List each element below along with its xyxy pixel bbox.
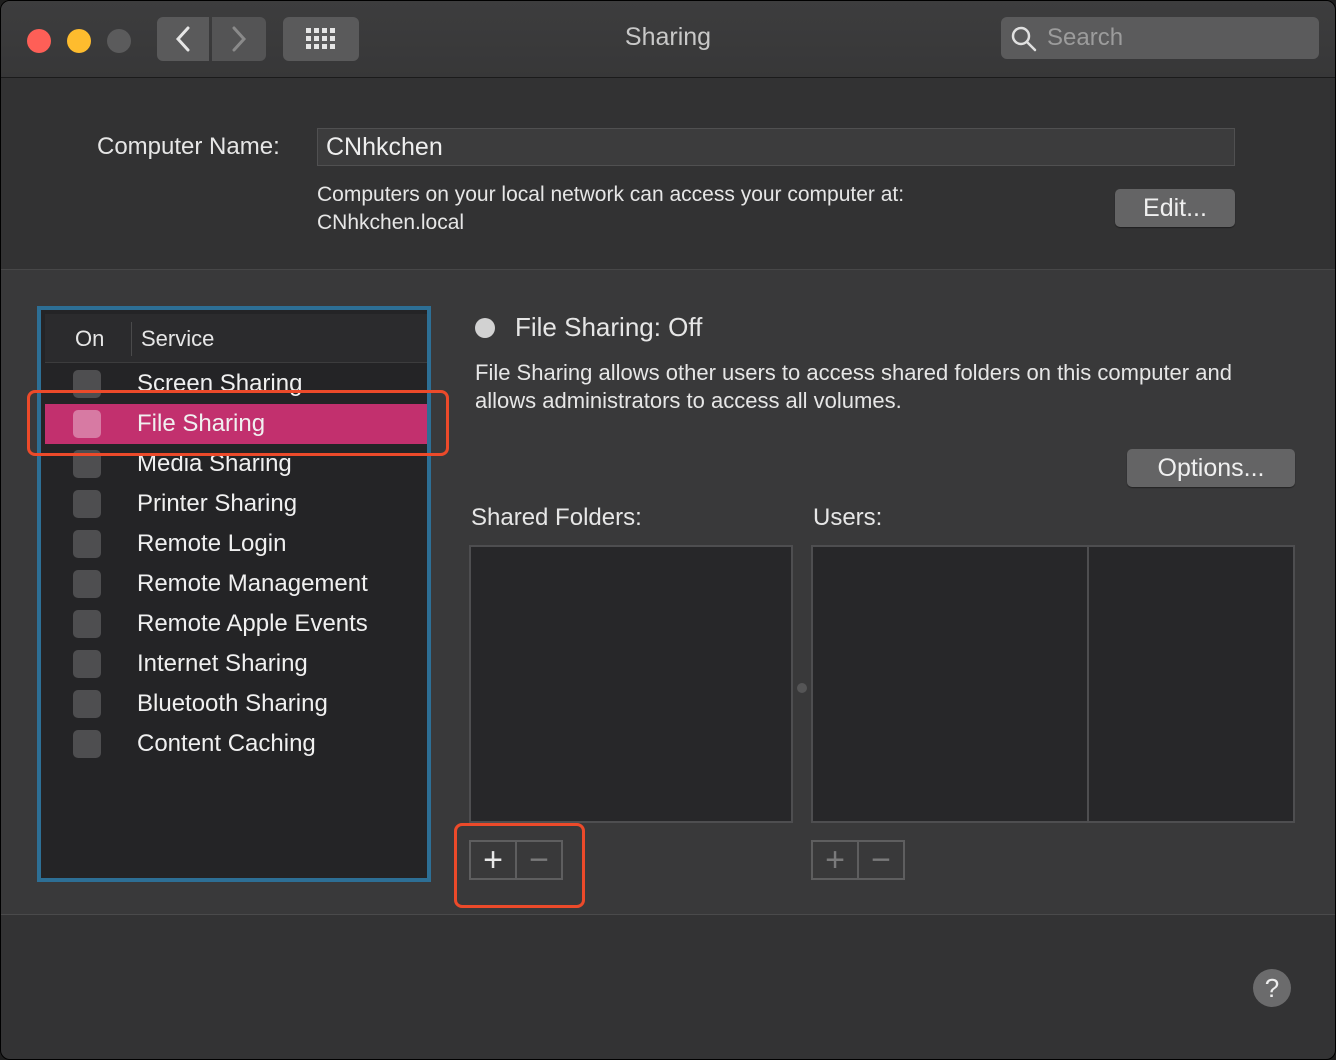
highlight-annotation-add-folder bbox=[454, 823, 585, 908]
service-row[interactable]: Remote Login bbox=[45, 524, 427, 564]
options-button[interactable]: Options... bbox=[1127, 449, 1295, 487]
service-name: Internet Sharing bbox=[137, 650, 308, 677]
service-name: Remote Apple Events bbox=[137, 610, 368, 637]
service-row[interactable]: Printer Sharing bbox=[45, 484, 427, 524]
service-row[interactable]: Bluetooth Sharing bbox=[45, 684, 427, 724]
search-icon bbox=[1011, 26, 1037, 52]
computer-name-section: Computer Name: CNhkchen Computers on you… bbox=[1, 78, 1335, 270]
users-label: Users: bbox=[813, 504, 883, 531]
shared-folders-label: Shared Folders: bbox=[471, 504, 642, 531]
service-description-line2: allows administrators to access all volu… bbox=[475, 388, 902, 413]
service-checkbox[interactable] bbox=[73, 490, 101, 518]
users-add-remove-control: + − bbox=[811, 840, 905, 880]
service-status: File Sharing: Off bbox=[515, 312, 703, 342]
search-field[interactable]: Search bbox=[1001, 17, 1319, 59]
service-list-header: On Service bbox=[45, 314, 427, 363]
service-checkbox[interactable] bbox=[73, 530, 101, 558]
shared-folders-list[interactable] bbox=[469, 545, 793, 823]
column-divider bbox=[131, 322, 132, 356]
column-on[interactable]: On bbox=[75, 326, 104, 352]
service-row[interactable]: Remote Apple Events bbox=[45, 604, 427, 644]
service-description-line1: File Sharing allows other users to acces… bbox=[475, 360, 1232, 385]
column-service[interactable]: Service bbox=[141, 326, 214, 352]
help-button[interactable]: ? bbox=[1253, 969, 1291, 1007]
service-name: Remote Management bbox=[137, 570, 368, 597]
search-placeholder: Search bbox=[1047, 24, 1124, 51]
users-column-divider bbox=[1087, 547, 1089, 821]
highlight-annotation-file-sharing bbox=[27, 390, 449, 456]
add-user-button[interactable]: + bbox=[813, 841, 857, 879]
computer-name-field[interactable]: CNhkchen bbox=[317, 128, 1235, 166]
service-checkbox[interactable] bbox=[73, 690, 101, 718]
service-checkbox[interactable] bbox=[73, 570, 101, 598]
service-name: Content Caching bbox=[137, 730, 316, 757]
title-bar: Sharing Search bbox=[1, 1, 1335, 78]
local-hostname: CNhkchen.local bbox=[317, 211, 465, 234]
service-row[interactable]: Internet Sharing bbox=[45, 644, 427, 684]
service-checkbox[interactable] bbox=[73, 610, 101, 638]
service-row[interactable]: Content Caching bbox=[45, 724, 427, 764]
service-row[interactable]: Remote Management bbox=[45, 564, 427, 604]
status-indicator bbox=[475, 318, 495, 338]
computer-name-label: Computer Name: bbox=[97, 133, 280, 160]
split-view-handle[interactable] bbox=[797, 683, 807, 693]
sharing-window: Sharing Search Computer Name: CNhkchen C… bbox=[0, 0, 1336, 1060]
service-checkbox[interactable] bbox=[73, 730, 101, 758]
service-name: Remote Login bbox=[137, 530, 287, 557]
remove-user-button[interactable]: − bbox=[857, 841, 903, 879]
edit-button[interactable]: Edit... bbox=[1115, 189, 1235, 227]
service-name: Printer Sharing bbox=[137, 490, 298, 517]
service-checkbox[interactable] bbox=[73, 650, 101, 678]
users-list[interactable] bbox=[811, 545, 1295, 823]
main-panel: On Service Screen Sharing File Sharing Med… bbox=[1, 270, 1335, 915]
network-info-text: Computers on your local network can acce… bbox=[317, 183, 905, 206]
service-name: Bluetooth Sharing bbox=[137, 690, 328, 717]
